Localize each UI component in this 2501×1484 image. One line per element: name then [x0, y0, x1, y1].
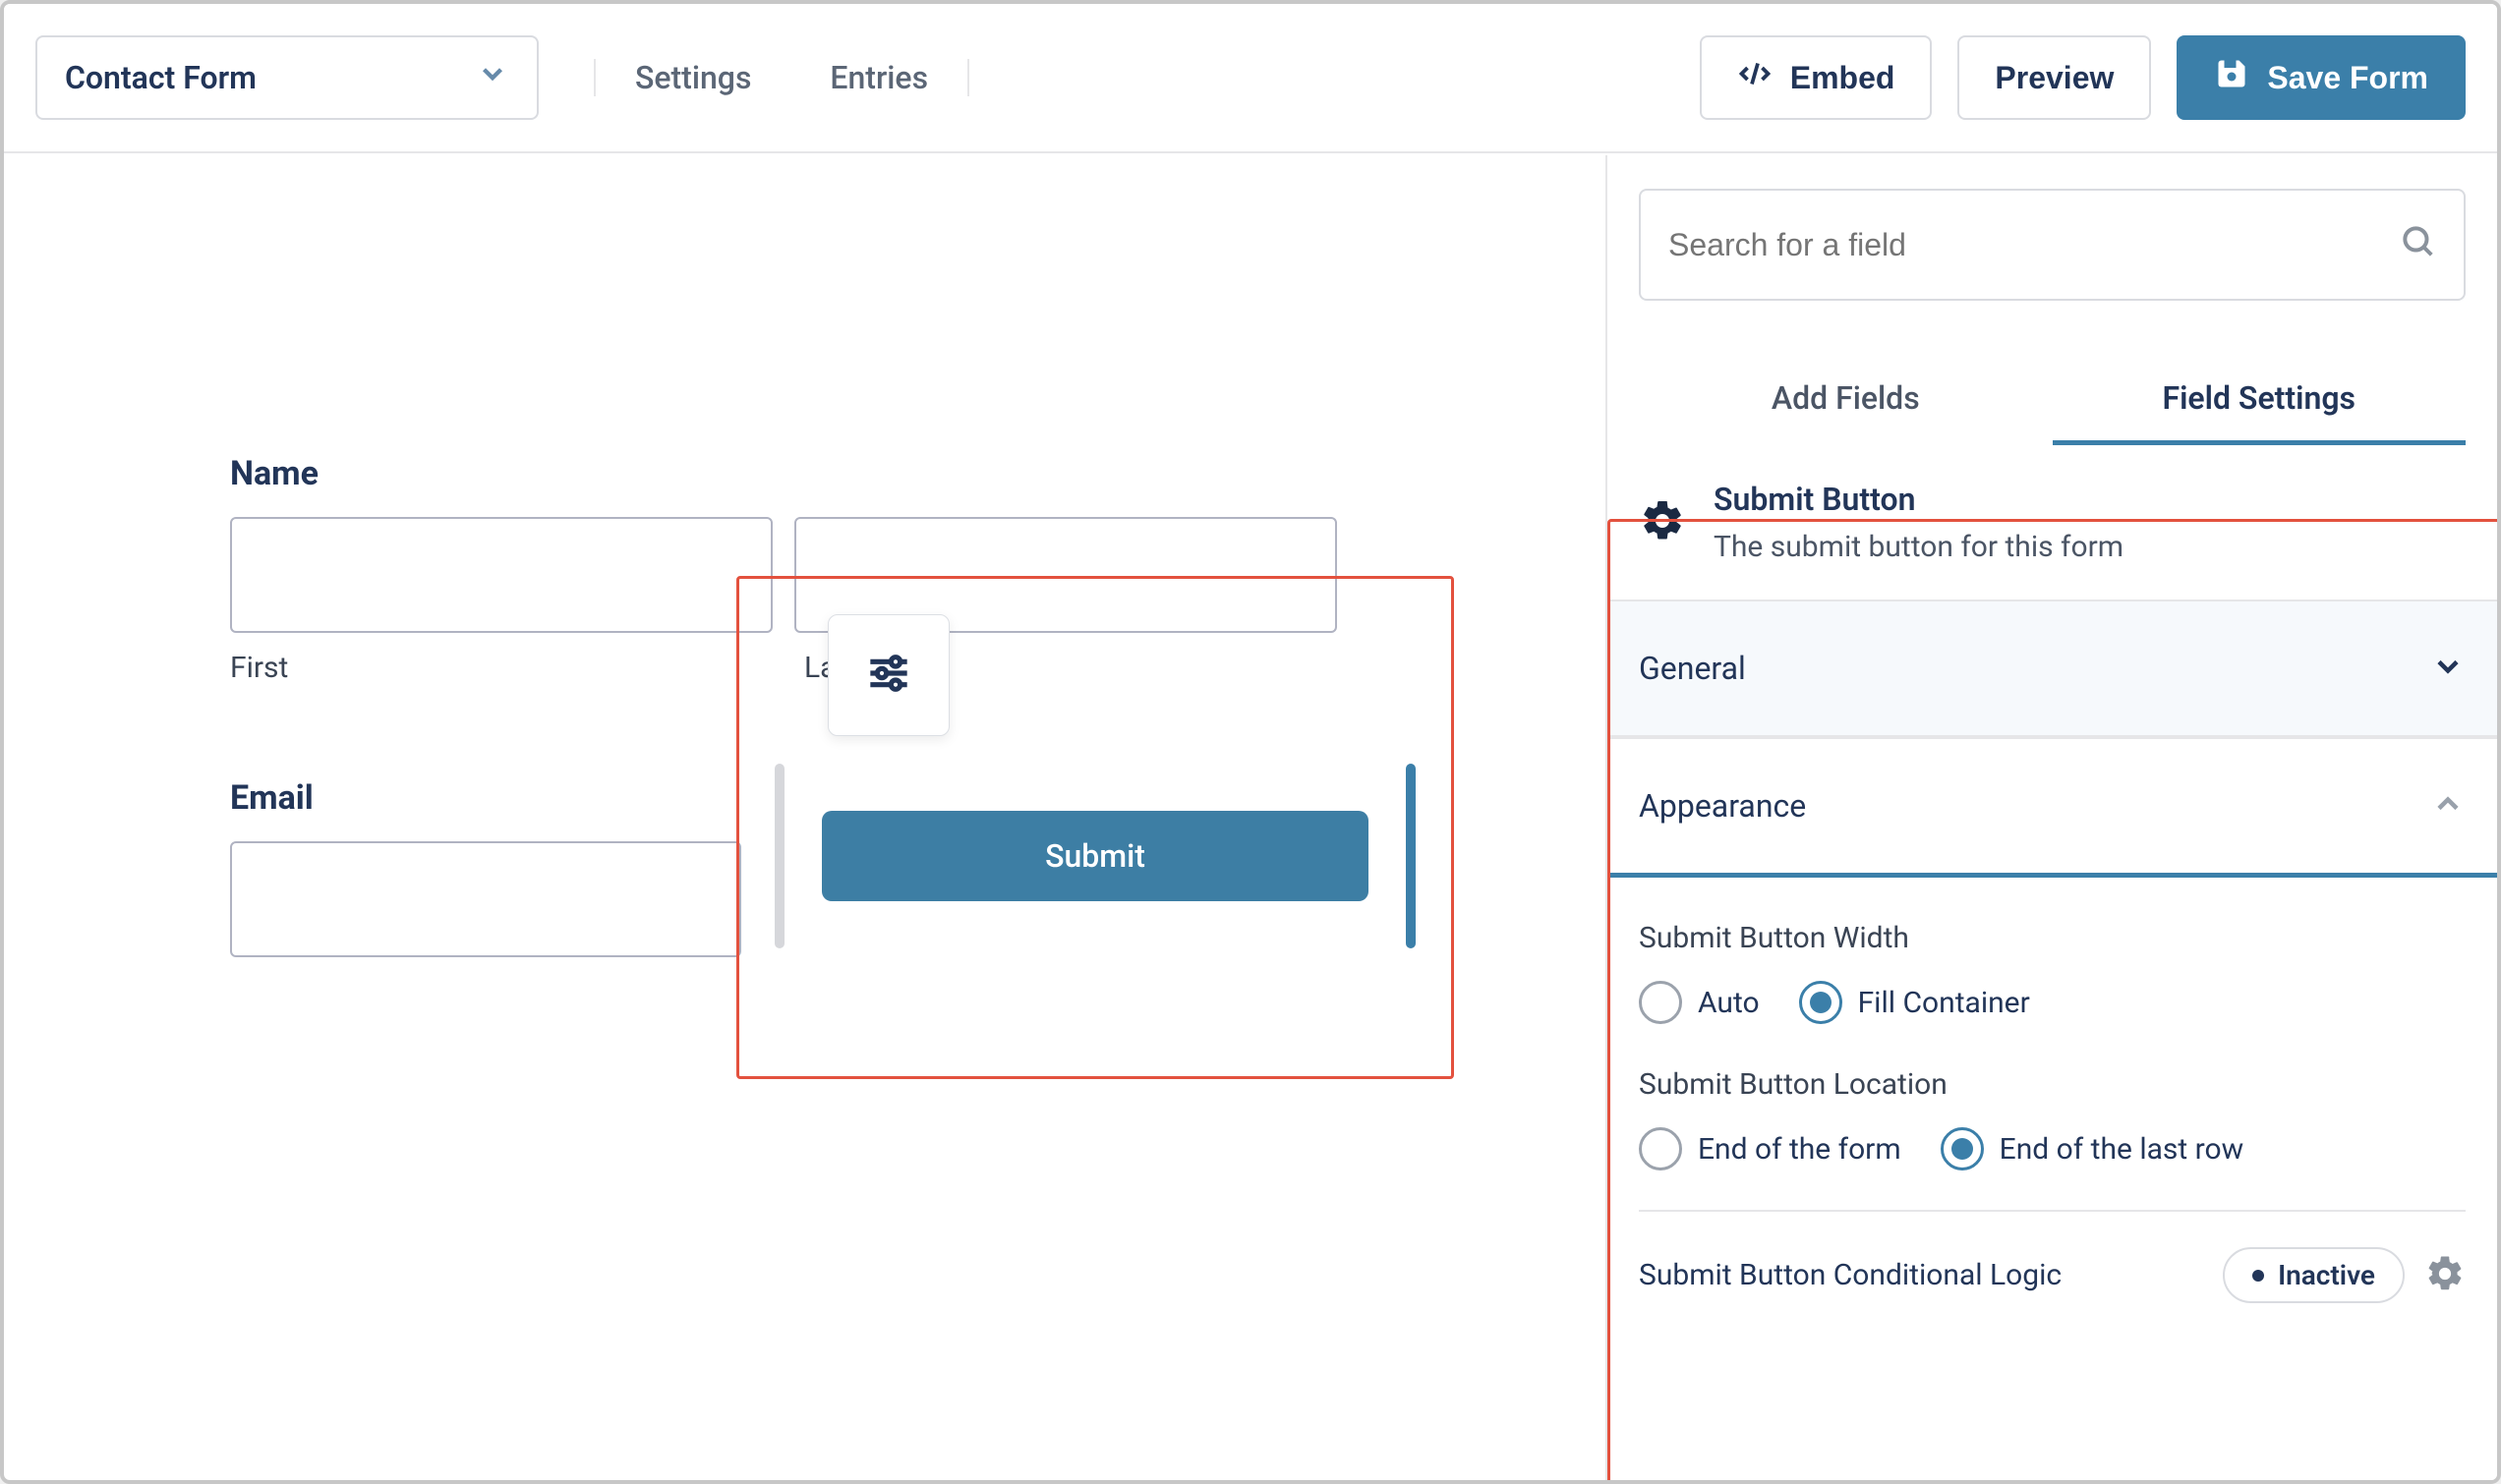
form-selector-dropdown[interactable]: Contact Form — [35, 35, 539, 120]
save-label: Save Form — [2267, 60, 2428, 96]
submit-button-preview[interactable]: Submit — [822, 811, 1368, 901]
appearance-panel: Submit Button Width Auto Fill Container … — [1639, 878, 2466, 1212]
radio-loc-end-row-label: End of the last row — [2000, 1132, 2244, 1167]
first-name-input[interactable] — [230, 517, 773, 633]
conditional-logic-row: Submit Button Conditional Logic Inactive — [1639, 1212, 2466, 1303]
tab-field-settings[interactable]: Field Settings — [2053, 356, 2467, 445]
field-info-header: Submit Button The submit button for this… — [1607, 445, 2497, 599]
radio-width-auto[interactable]: Auto — [1639, 981, 1760, 1024]
chevron-down-icon — [476, 57, 509, 98]
search-icon — [2399, 222, 2436, 267]
chevron-up-icon — [2430, 786, 2466, 826]
sidebar: Add Fields Field Settings Submit Button … — [1607, 155, 2497, 1480]
width-label: Submit Button Width — [1639, 921, 2466, 955]
first-sublabel: First — [230, 651, 783, 685]
form-name: Contact Form — [65, 59, 257, 96]
email-field-label: Email — [230, 778, 741, 818]
embed-button[interactable]: Embed — [1700, 35, 1933, 120]
logic-status-pill[interactable]: Inactive — [2223, 1247, 2405, 1303]
submit-button-label: Submit — [1045, 837, 1145, 875]
dot-icon — [2252, 1270, 2264, 1282]
preview-label: Preview — [1995, 60, 2114, 96]
tab-settings[interactable]: Settings — [596, 59, 790, 96]
logic-status-label: Inactive — [2278, 1259, 2375, 1291]
field-search[interactable] — [1639, 189, 2466, 301]
radio-loc-end-row[interactable]: End of the last row — [1941, 1127, 2244, 1170]
code-icon — [1737, 56, 1773, 99]
location-label: Submit Button Location — [1639, 1067, 2466, 1102]
gear-icon[interactable] — [2424, 1253, 2466, 1298]
radio-width-fill-label: Fill Container — [1858, 986, 2030, 1020]
sliders-icon — [861, 646, 916, 705]
tab-add-fields[interactable]: Add Fields — [1639, 356, 2053, 445]
name-field-label: Name — [230, 454, 1605, 493]
field-info-desc: The submit button for this form — [1714, 530, 2123, 564]
form-canvas: Name First Last Email — [4, 155, 1607, 1480]
submit-field-selected[interactable]: Submit — [736, 576, 1454, 1079]
save-icon — [2214, 56, 2249, 99]
section-general[interactable]: General — [1607, 599, 2497, 737]
gear-icon — [1639, 497, 1686, 548]
resize-handle-right[interactable] — [1406, 764, 1416, 948]
radio-loc-end-form-label: End of the form — [1698, 1132, 1901, 1167]
resize-handle-left[interactable] — [775, 764, 785, 948]
radio-loc-end-form[interactable]: End of the form — [1639, 1127, 1901, 1170]
section-appearance-title: Appearance — [1639, 787, 1806, 825]
field-info-title: Submit Button — [1714, 481, 2123, 518]
section-general-title: General — [1639, 650, 1746, 687]
radio-width-auto-label: Auto — [1698, 986, 1760, 1020]
email-input[interactable] — [230, 841, 741, 957]
section-appearance[interactable]: Appearance — [1607, 737, 2497, 878]
save-form-button[interactable]: Save Form — [2177, 35, 2466, 120]
field-settings-toggle[interactable] — [828, 614, 950, 736]
tab-entries[interactable]: Entries — [790, 59, 967, 96]
top-bar: Contact Form Settings Entries Embed Prev… — [4, 4, 2497, 153]
search-input[interactable] — [1668, 227, 2399, 263]
preview-button[interactable]: Preview — [1957, 35, 2151, 120]
embed-label: Embed — [1790, 60, 1895, 96]
radio-width-fill[interactable]: Fill Container — [1799, 981, 2030, 1024]
chevron-down-icon — [2430, 649, 2466, 688]
logic-title: Submit Button Conditional Logic — [1639, 1258, 2203, 1292]
